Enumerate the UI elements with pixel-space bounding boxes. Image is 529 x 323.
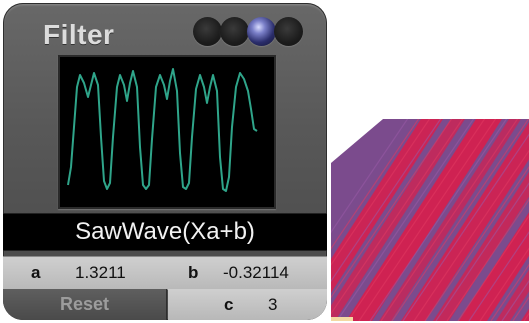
preset-dot-4[interactable] bbox=[274, 17, 303, 46]
panel-title: Filter bbox=[43, 19, 115, 50]
filter-panel: Filter SawWave(Xa+b) a 1.3211 b -0.32114… bbox=[3, 3, 327, 320]
texture-preview bbox=[331, 119, 529, 321]
expression-text: SawWave(Xa+b) bbox=[75, 218, 255, 245]
param-a-field[interactable]: 1.3211 bbox=[75, 257, 157, 289]
param-c-field[interactable]: c 3 bbox=[168, 289, 327, 320]
expression-bar: SawWave(Xa+b) bbox=[3, 213, 327, 251]
param-b-field[interactable]: -0.32114 bbox=[223, 257, 313, 289]
preset-dot-2[interactable] bbox=[220, 17, 249, 46]
texture-marker bbox=[331, 317, 353, 321]
param-b-label: b bbox=[188, 263, 199, 282]
param-c-value: 3 bbox=[268, 295, 278, 314]
texture-image bbox=[331, 119, 529, 321]
preset-dot-1[interactable] bbox=[193, 17, 222, 46]
waveform-plot bbox=[67, 68, 258, 192]
bottom-row: Reset c 3 bbox=[3, 289, 327, 320]
params-row: a 1.3211 b -0.32114 bbox=[3, 256, 327, 290]
waveform-display bbox=[58, 55, 276, 209]
preset-selector bbox=[193, 17, 303, 47]
reset-button[interactable]: Reset bbox=[3, 289, 167, 320]
param-c-label: c bbox=[224, 295, 234, 314]
page: Filter SawWave(Xa+b) a 1.3211 b -0.32114… bbox=[0, 0, 529, 323]
preset-dot-3[interactable] bbox=[247, 17, 276, 46]
param-a-label: a bbox=[31, 263, 41, 282]
waveform-line bbox=[67, 68, 258, 192]
